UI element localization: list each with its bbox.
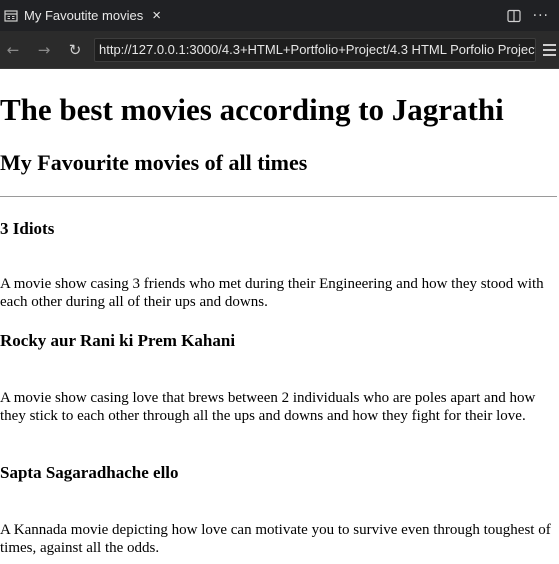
page-content: The best movies according to Jagrathi My…: [0, 69, 559, 564]
page-heading: The best movies according to Jagrathi: [0, 92, 504, 127]
movie-title: 3 Idiots: [0, 219, 55, 238]
movie-description: A Kannada movie depicting how love can m…: [0, 522, 551, 556]
split-view-icon[interactable]: [507, 9, 521, 23]
address-bar-url[interactable]: http://127.0.0.1:3000/4.3+HTML+Portfolio…: [99, 42, 535, 57]
reload-icon[interactable]: ↻: [64, 39, 86, 61]
address-bar[interactable]: http://127.0.0.1:3000/4.3+HTML+Portfolio…: [94, 37, 536, 62]
page-icon: [4, 9, 18, 23]
hamburger-menu-icon[interactable]: [543, 42, 559, 58]
close-icon[interactable]: ×: [152, 8, 161, 23]
more-options-icon[interactable]: ···: [533, 8, 549, 24]
divider: [0, 196, 557, 197]
page-subheading: My Favourite movies of all times: [0, 150, 308, 175]
forward-arrow-icon[interactable]: →: [33, 39, 55, 61]
browser-titlebar: My Favoutite movies × ···: [0, 0, 559, 31]
movie-title: Rocky aur Rani ki Prem Kahani: [0, 331, 236, 350]
browser-tab[interactable]: My Favoutite movies ×: [0, 0, 170, 31]
tab-title: My Favoutite movies: [24, 8, 144, 23]
title-actions: ···: [507, 8, 559, 24]
browser-toolbar: ← → ↻ http://127.0.0.1:3000/4.3+HTML+Por…: [0, 31, 559, 69]
back-arrow-icon[interactable]: ←: [2, 39, 24, 61]
movie-description: A movie show casing 3 friends who met du…: [0, 276, 544, 310]
movie-description: A movie show casing love that brews betw…: [0, 390, 536, 424]
movie-title: Sapta Sagaradhache ello: [0, 463, 179, 482]
